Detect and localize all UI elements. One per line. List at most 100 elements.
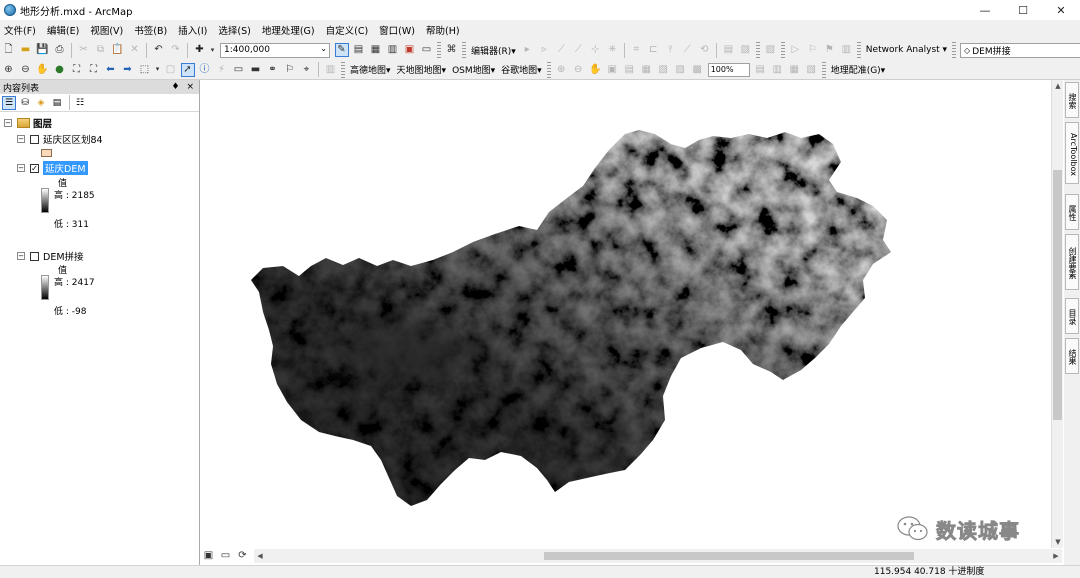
back-arrow-icon[interactable]: ⬅ bbox=[104, 63, 118, 77]
save-icon[interactable]: 💾 bbox=[36, 43, 50, 57]
layer-visibility-checkbox[interactable] bbox=[30, 251, 39, 261]
toolbar-grip[interactable] bbox=[755, 42, 760, 58]
zoom-100-icon[interactable]: ▤ bbox=[622, 63, 636, 77]
cut-icon[interactable]: ✂ bbox=[77, 43, 91, 57]
collapse-icon[interactable]: − bbox=[17, 164, 25, 172]
layout-zoom-out-icon[interactable]: ⊖ bbox=[571, 63, 585, 77]
layout-fixed-zoom-in-icon[interactable]: ▦ bbox=[639, 63, 653, 77]
map-scale-combobox[interactable]: 1:400,000 ⌄ bbox=[220, 42, 330, 58]
network-analyst-menu[interactable]: Network Analyst ▾ bbox=[866, 45, 947, 55]
python-window-icon[interactable]: ▭ bbox=[420, 43, 434, 57]
polygon-symbol-swatch[interactable] bbox=[41, 149, 52, 157]
refresh-icon[interactable]: ⟳ bbox=[236, 549, 250, 563]
list-by-source-icon[interactable]: ⛁ bbox=[18, 96, 32, 110]
data-view-icon[interactable]: ▣ bbox=[202, 549, 216, 563]
toc-options-icon[interactable]: ☷ bbox=[73, 96, 87, 110]
editor-menu[interactable]: 编辑器(R)▾ bbox=[471, 44, 516, 57]
time-slider-icon[interactable]: ▥ bbox=[324, 63, 338, 77]
create-features-icon[interactable]: ▨ bbox=[763, 43, 777, 57]
edit-tool-icon[interactable]: ▸ bbox=[520, 43, 534, 57]
search-window-icon[interactable]: ▥ bbox=[386, 43, 400, 57]
toolbar-grip[interactable] bbox=[952, 42, 957, 58]
basemap-google-menu[interactable]: 谷歌地图▾ bbox=[501, 63, 542, 76]
collapse-icon[interactable]: − bbox=[4, 119, 12, 127]
add-data-icon[interactable]: ✚ bbox=[193, 43, 207, 57]
point-icon[interactable]: ⊹ bbox=[588, 43, 602, 57]
dock-tab-results[interactable]: 结果 bbox=[1065, 338, 1079, 374]
toc-pin-close[interactable]: ♦ × bbox=[172, 82, 196, 92]
html-popup-icon[interactable]: ▭ bbox=[232, 63, 246, 77]
menu-bookmarks[interactable]: 书签(B) bbox=[134, 23, 167, 37]
print-icon[interactable]: ⎙ bbox=[53, 43, 67, 57]
edit-vertices-icon[interactable]: ⌗ bbox=[629, 43, 643, 57]
toolbar-grip[interactable] bbox=[780, 42, 785, 58]
collapse-icon[interactable]: − bbox=[17, 252, 25, 260]
change-layout-icon[interactable]: ▦ bbox=[787, 63, 801, 77]
toggle-draft-mode-icon[interactable]: ▤ bbox=[753, 63, 767, 77]
list-by-selection-icon[interactable]: ▤ bbox=[50, 96, 64, 110]
identify-icon[interactable]: ⓘ bbox=[198, 63, 212, 77]
open-folder-icon[interactable]: ▬ bbox=[19, 43, 33, 57]
dock-tab-catalog[interactable]: 目录 bbox=[1065, 298, 1079, 334]
new-document-icon[interactable]: 🗋 bbox=[2, 43, 16, 57]
elevation-color-ramp[interactable] bbox=[41, 188, 49, 213]
menu-customize[interactable]: 自定义(C) bbox=[326, 23, 369, 37]
attributes-icon[interactable]: ▤ bbox=[721, 43, 735, 57]
layer-name-dem-mosaic[interactable]: DEM拼接 bbox=[43, 249, 84, 263]
chevron-down-icon[interactable]: ▾ bbox=[155, 63, 161, 77]
menu-geoprocessing[interactable]: 地理处理(G) bbox=[262, 23, 315, 37]
sketch-properties-icon[interactable]: ▧ bbox=[738, 43, 752, 57]
edit-annotation-icon[interactable]: ▹ bbox=[537, 43, 551, 57]
menu-windows[interactable]: 窗口(W) bbox=[379, 23, 415, 37]
midpoint-icon[interactable]: ✳ bbox=[605, 43, 619, 57]
layer-name-district[interactable]: 延庆区区划84 bbox=[43, 132, 103, 146]
zoom-in-icon[interactable]: ⊕ bbox=[2, 63, 16, 77]
go-to-xy-icon[interactable]: ⌖ bbox=[300, 63, 314, 77]
basemap-osm-menu[interactable]: OSM地图▾ bbox=[452, 63, 495, 76]
layer-visibility-checkbox[interactable] bbox=[30, 134, 39, 144]
map-vertical-scrollbar[interactable]: ▲ ▼ bbox=[1051, 80, 1063, 548]
focus-data-frame-icon[interactable]: ▥ bbox=[770, 63, 784, 77]
full-extent-globe-icon[interactable]: ● bbox=[53, 63, 67, 77]
close-button[interactable]: ✕ bbox=[1042, 0, 1080, 20]
list-by-drawing-order-icon[interactable]: ☰ bbox=[2, 95, 16, 110]
table-of-contents-icon[interactable]: ▤ bbox=[352, 43, 366, 57]
select-elements-arrow-icon[interactable]: ➚ bbox=[180, 62, 195, 77]
network-solve-icon[interactable]: ▥ bbox=[839, 43, 853, 57]
undo-icon[interactable]: ↶ bbox=[152, 43, 166, 57]
layout-view-icon[interactable]: ▭ bbox=[219, 549, 233, 563]
reshape-icon[interactable]: ⊏ bbox=[646, 43, 660, 57]
menu-file[interactable]: 文件(F) bbox=[4, 23, 36, 37]
delete-icon[interactable]: ✕ bbox=[128, 43, 142, 57]
toolbar-grip[interactable] bbox=[437, 42, 441, 58]
chevron-down-icon[interactable]: ▾ bbox=[210, 43, 216, 57]
basemap-gaode-menu[interactable]: 高德地图▾ bbox=[350, 63, 391, 76]
toolbar-grip[interactable] bbox=[856, 42, 861, 58]
georeferencing-menu[interactable]: 地理配准(G)▾ bbox=[831, 63, 886, 76]
find-binoculars-icon[interactable]: ⚭ bbox=[266, 63, 280, 77]
zoom-out-icon[interactable]: ⊖ bbox=[19, 63, 33, 77]
clear-selection-icon[interactable]: ▢ bbox=[164, 63, 178, 77]
toc-layer-row-dem-mosaic[interactable]: − DEM拼接 bbox=[17, 249, 84, 263]
hyperlink-icon[interactable]: ⚡ bbox=[215, 63, 229, 77]
scroll-left-arrow-icon[interactable]: ◀ bbox=[254, 549, 266, 563]
layer-name-yanqing-dem[interactable]: 延庆DEM bbox=[43, 161, 88, 175]
layout-back-icon[interactable]: ▨ bbox=[673, 63, 687, 77]
menu-help[interactable]: 帮助(H) bbox=[426, 23, 460, 37]
network-arrow-icon[interactable]: ▷ bbox=[788, 43, 802, 57]
network-barrier-icon[interactable]: ⚑ bbox=[822, 43, 836, 57]
dem-hillshade-raster[interactable] bbox=[201, 80, 1051, 548]
scroll-up-arrow-icon[interactable]: ▲ bbox=[1052, 80, 1064, 92]
maximize-button[interactable]: ☐ bbox=[1004, 0, 1042, 20]
network-stop-icon[interactable]: ⚐ bbox=[805, 43, 819, 57]
toc-layer-row-yanqing-dem[interactable]: − ✓ 延庆DEM bbox=[17, 161, 88, 175]
layout-pan-icon[interactable]: ✋ bbox=[588, 63, 602, 77]
vertical-scroll-thumb[interactable] bbox=[1053, 170, 1062, 420]
editor-toolbar-icon[interactable]: ✎ bbox=[334, 43, 349, 57]
toc-root-row[interactable]: − 图层 bbox=[4, 116, 52, 130]
dock-tab-arctoolbox[interactable]: ArcToolbox bbox=[1065, 122, 1079, 184]
dock-tab-attributes[interactable]: 属性 bbox=[1065, 194, 1079, 230]
dock-tab-search[interactable]: 搜索 bbox=[1065, 82, 1079, 118]
layer-visibility-checkbox-checked[interactable]: ✓ bbox=[30, 163, 39, 173]
scroll-down-arrow-icon[interactable]: ▼ bbox=[1052, 536, 1064, 548]
